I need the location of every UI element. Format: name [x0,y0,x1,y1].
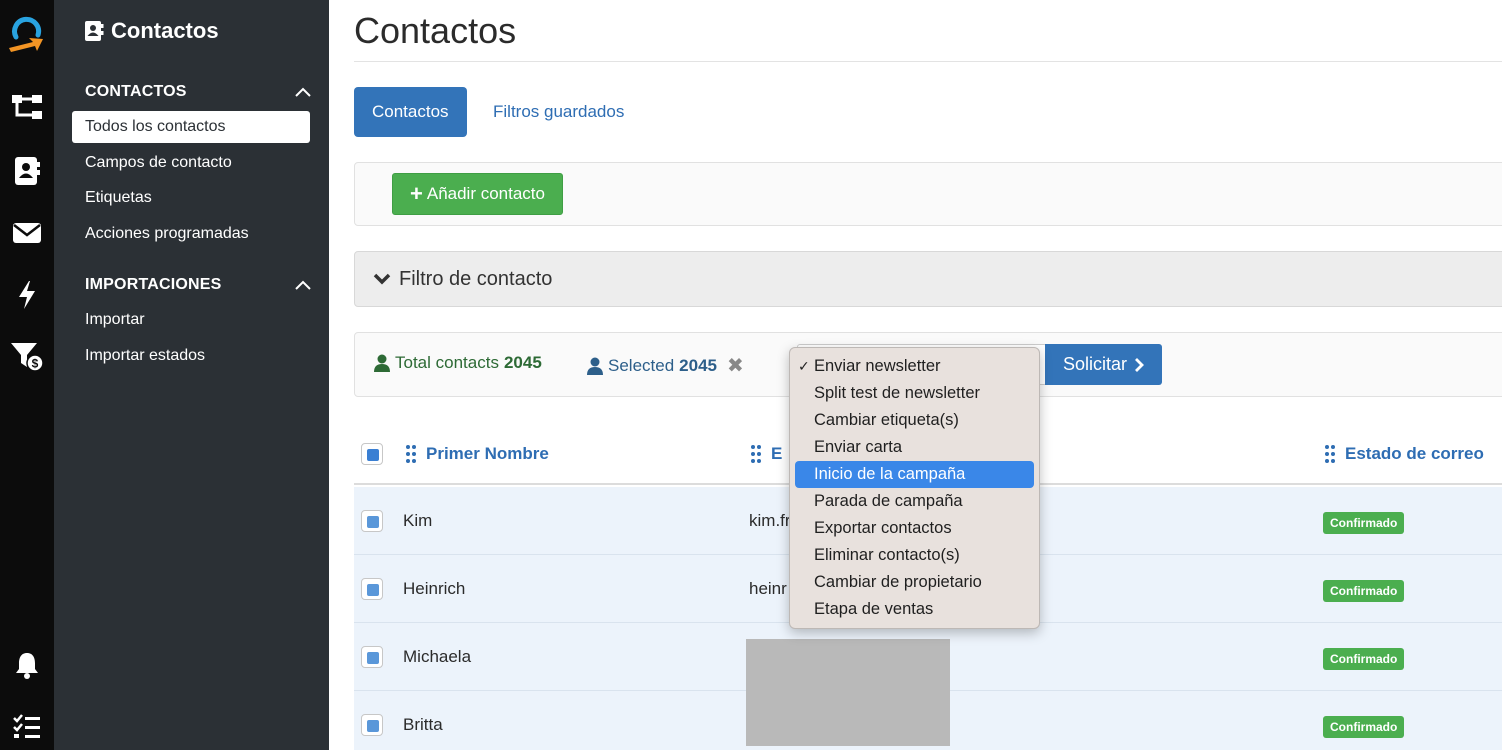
clear-selection-icon[interactable]: ✖ [727,353,744,378]
drag-handle-icon[interactable] [406,445,416,463]
sidebar-item-importar-estados[interactable]: Importar estados [72,340,310,372]
column-label: Primer Nombre [426,444,549,463]
status-badge: Confirmado [1323,580,1405,602]
chevron-right-icon [1135,357,1144,372]
sales-funnel-icon[interactable]: $ [0,340,54,374]
status-badge: Confirmado [1323,648,1405,670]
total-contacts-stat: Total contacts 2045 [373,353,542,373]
menu-item-exportar-contactos[interactable]: Exportar contactos [795,515,1034,542]
menu-item-cambiar-de-propietario[interactable]: Cambiar de propietario [795,569,1034,596]
selected-value: 2045 [679,355,717,375]
sidebar-item-campos-de-contacto[interactable]: Campos de contacto [72,147,310,179]
tab-contactos[interactable]: Contactos [354,87,467,137]
user-icon [374,354,390,372]
action-dropdown-menu: ✓ Enviar newsletter Split test de newsle… [789,347,1040,629]
menu-item-label: Enviar newsletter [814,357,941,375]
row-checkbox[interactable] [361,714,383,736]
column-label: E [771,444,783,463]
row-checkbox[interactable] [361,646,383,668]
add-contact-label: Añadir contacto [426,184,545,203]
chevron-down-icon [373,273,391,285]
column-header-email[interactable]: E [751,425,782,483]
chevron-up-icon [295,87,311,97]
section-label: IMPORTACIONES [85,276,222,293]
menu-item-enviar-carta[interactable]: Enviar carta [795,434,1034,461]
menu-item-cambiar-etiquetas[interactable]: Cambiar etiqueta(s) [795,407,1034,434]
selected-label: Selected [608,355,675,375]
chevron-up-icon [295,280,311,290]
envelope-icon[interactable] [0,218,54,248]
drag-handle-icon[interactable] [1325,445,1335,463]
menu-item-enviar-newsletter[interactable]: ✓ Enviar newsletter [795,353,1034,380]
first-name-cell: Kim [403,511,433,530]
apply-button[interactable]: Solicitar [1045,344,1162,385]
sidebar-item-importar[interactable]: Importar [72,304,310,336]
status-badge: Confirmado [1323,512,1405,534]
row-checkbox[interactable] [361,578,383,600]
toolbar-panel: + Añadir contacto [354,162,1502,226]
first-name-cell: Heinrich [403,579,466,598]
menu-item-etapa-de-ventas[interactable]: Etapa de ventas [795,596,1034,623]
menu-item-parada-de-campana[interactable]: Parada de campaña [795,488,1034,515]
sidebar-item-todos-los-contactos[interactable]: Todos los contactos [72,111,310,143]
status-badge: Confirmado [1323,716,1405,738]
menu-item-eliminar-contactos[interactable]: Eliminar contacto(s) [795,542,1034,569]
sidebar-item-etiquetas[interactable]: Etiquetas [72,182,310,214]
total-value: 2045 [503,353,542,372]
workflow-icon[interactable] [0,90,54,124]
section-contactos[interactable]: CONTACTOS [85,83,311,101]
lightning-icon[interactable] [0,278,54,312]
apply-label: Solicitar [1062,354,1128,374]
total-label: Total contacts [395,353,499,372]
user-icon [587,357,603,375]
logo-icon[interactable] [0,10,54,54]
menu-item-inicio-de-la-campana[interactable]: Inicio de la campaña [795,461,1034,488]
column-header-primer-nombre[interactable]: Primer Nombre [406,425,549,483]
contacts-card-icon[interactable] [0,154,54,188]
first-name-cell: Britta [403,715,443,734]
first-name-cell: Michaela [403,647,472,666]
menu-item-split-test[interactable]: Split test de newsletter [795,380,1034,407]
email-cell: heinr [749,579,787,598]
email-cell: kim.fr [749,511,789,530]
sidebar-item-acciones-programadas[interactable]: Acciones programadas [72,218,310,250]
selected-contacts-stat: Selected 2045 ✖ [586,353,744,378]
section-importaciones[interactable]: IMPORTACIONES [85,276,311,294]
sidebar-title: Contactos [84,18,219,44]
contacts-card-icon [85,21,104,41]
icon-rail: $ [0,0,54,750]
plus-icon: + [410,181,423,206]
select-all-checkbox[interactable] [361,443,383,465]
page-title: Contactos [354,10,517,51]
contact-filter-panel[interactable]: Filtro de contacto [354,251,1502,307]
drag-handle-icon[interactable] [751,445,761,463]
sidebar-title-label: Contactos [111,18,219,43]
task-list-icon[interactable] [0,712,54,742]
tab-filtros-guardados[interactable]: Filtros guardados [475,87,642,137]
svg-text:$: $ [32,357,39,371]
column-label: Estado de correo [1345,444,1484,463]
section-label: CONTACTOS [85,83,187,100]
add-contact-button[interactable]: + Añadir contacto [392,173,563,215]
column-header-estado-de-correo[interactable]: Estado de correo [1325,425,1484,483]
row-checkbox[interactable] [361,510,383,532]
sidebar: Contactos CONTACTOS Todos los contactos … [54,0,329,750]
filter-label: Filtro de contacto [399,267,553,290]
bell-icon[interactable] [0,650,54,680]
redacted-area [746,639,950,746]
checkmark-icon: ✓ [798,358,810,374]
divider [354,61,1502,62]
